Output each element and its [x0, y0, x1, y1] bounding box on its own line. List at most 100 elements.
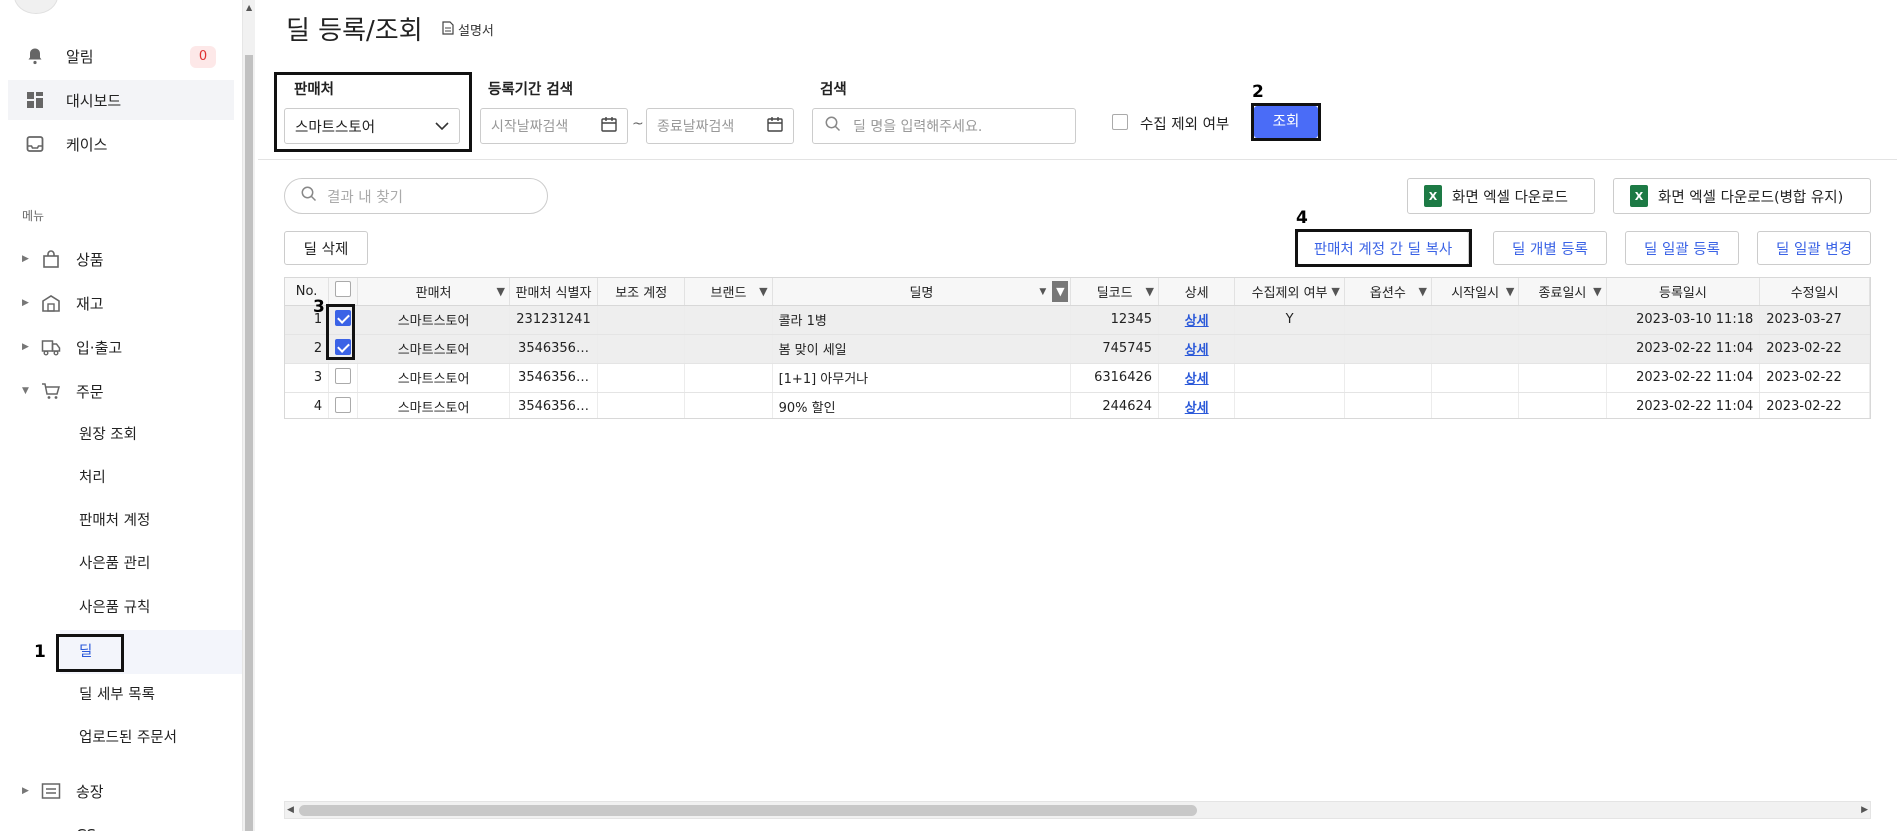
col-header-detail[interactable]: 상세 [1158, 278, 1236, 306]
excel-download-merge-button[interactable]: X 화면 엑셀 다운로드(병합 유지) [1613, 178, 1871, 214]
cell-excluded: Y [1234, 305, 1345, 335]
submenu-gift-rules[interactable]: 사은품 규칙 [79, 596, 150, 620]
end-date-input[interactable]: 종료날짜검색 [646, 108, 794, 144]
col-header-sub-account[interactable]: 보조 계정 [597, 278, 686, 306]
col-header-label: 옵션수 [1369, 285, 1406, 301]
filter-active-icon[interactable]: ▼ [1052, 281, 1069, 302]
sort-desc-icon[interactable]: ▼ [1039, 287, 1046, 297]
sidebar-scrollbar[interactable]: ▲ [242, 0, 255, 831]
scrollbar-thumb[interactable] [245, 55, 253, 831]
col-header-registered[interactable]: 등록일시 [1606, 278, 1761, 306]
detail-link[interactable]: 상세 [1185, 401, 1209, 416]
cell-options [1344, 305, 1432, 335]
deal-search-input[interactable]: 딜 명을 입력해주세요. [812, 108, 1076, 144]
sidebar-item-cases[interactable]: 케이스 [8, 124, 234, 164]
cart-icon [40, 380, 62, 402]
filter-icon[interactable]: ▼ [1593, 285, 1601, 298]
submenu-uploaded-orders[interactable]: 업로드된 주문서 [79, 726, 177, 750]
row-checkbox[interactable] [335, 367, 352, 384]
submenu-ledger[interactable]: 원장 조회 [79, 423, 137, 447]
calendar-icon[interactable] [767, 116, 783, 136]
bell-icon [24, 45, 46, 67]
filter-icon[interactable]: ▼ [497, 285, 505, 298]
table-row[interactable]: 1 스마트스토어 231231241 콜라 1병 12345 상세 Y 2023… [285, 305, 1870, 335]
col-header-seller-id[interactable]: 판매처 식별자 [509, 278, 598, 306]
scroll-right-icon[interactable]: ▶ [1861, 805, 1868, 815]
cell-checkbox[interactable] [328, 392, 359, 418]
cell-registered: 2023-02-22 11:04 [1606, 363, 1761, 393]
grid-horizontal-scrollbar[interactable]: ◀ ▶ [284, 801, 1871, 819]
scroll-left-icon[interactable]: ◀ [287, 805, 294, 815]
cell-brand [684, 392, 773, 418]
annotation-box-4 [1295, 229, 1472, 267]
col-header-modified[interactable]: 수정일시 [1759, 278, 1870, 306]
cell-end [1518, 334, 1607, 364]
scrollbar-thumb[interactable] [299, 805, 1197, 816]
excel-download-button[interactable]: X 화면 엑셀 다운로드 [1407, 178, 1595, 214]
cell-deal-name: 콜라 1병 [772, 305, 1072, 335]
submenu-process[interactable]: 처리 [79, 466, 106, 490]
select-all-checkbox[interactable] [335, 281, 352, 298]
calendar-icon[interactable] [601, 116, 617, 136]
find-in-results-input[interactable]: 결과 내 찾기 [284, 178, 548, 214]
sidebar-item-label: CS [76, 826, 96, 831]
sidebar-item-inventory[interactable]: ▶ 재고 [22, 289, 104, 317]
col-header-excluded[interactable]: 수집제외 여부 ▼ [1234, 278, 1345, 306]
col-header-seller[interactable]: 판매처 ▼ [357, 278, 511, 306]
manual-link[interactable]: 설명서 [442, 20, 494, 39]
col-header-label: 수집제외 여부 [1251, 285, 1328, 301]
table-row[interactable]: 2 스마트스토어 3546356… 봄 맞이 세일 745745 상세 2023… [285, 334, 1870, 364]
sidebar-item-alerts[interactable]: 알림 0 [8, 36, 234, 76]
detail-link[interactable]: 상세 [1185, 314, 1209, 329]
table-row[interactable]: 3 스마트스토어 3546356… [1+1] 아무거나 6316426 상세 [285, 363, 1870, 393]
row-checkbox[interactable] [335, 396, 352, 413]
scroll-up-icon[interactable]: ▲ [246, 3, 252, 12]
sidebar-item-dashboard[interactable]: 대시보드 [8, 80, 234, 120]
col-header-label: 종료일시 [1538, 285, 1587, 301]
inbox-icon [24, 133, 46, 155]
delete-deal-button[interactable]: 딜 삭제 [284, 231, 368, 265]
table-row[interactable]: 4 스마트스토어 3546356… 90% 할인 244624 상세 2023-… [285, 392, 1870, 418]
cell-seller: 스마트스토어 [357, 392, 511, 418]
cell-start [1431, 334, 1520, 364]
sidebar-item-invoice[interactable]: ▶ 송장 [22, 777, 104, 805]
col-header-deal-code[interactable]: 딜코드 ▼ [1070, 278, 1160, 306]
avatar[interactable] [14, 0, 58, 14]
cell-sub-account [597, 334, 686, 364]
exclude-checkbox[interactable] [1112, 114, 1128, 130]
sidebar-item-cs[interactable]: ▶ CS [22, 821, 96, 831]
find-placeholder: 결과 내 찾기 [327, 189, 403, 206]
filter-icon[interactable]: ▼ [1506, 285, 1514, 298]
col-header-end[interactable]: 종료일시 ▼ [1518, 278, 1607, 306]
detail-link[interactable]: 상세 [1185, 343, 1209, 358]
col-header-options[interactable]: 옵션수 ▼ [1344, 278, 1432, 306]
search-icon [825, 116, 841, 136]
submenu-seller-account[interactable]: 판매처 계정 [79, 509, 150, 533]
col-header-select-all[interactable] [328, 278, 359, 306]
register-bulk-deal-button[interactable]: 딜 일괄 등록 [1625, 231, 1739, 265]
submenu-gift-manage[interactable]: 사은품 관리 [79, 552, 150, 576]
sidebar-item-orders[interactable]: ▼ 주문 [22, 377, 104, 405]
register-single-deal-button[interactable]: 딜 개별 등록 [1493, 231, 1607, 265]
submenu-deal-detail-list[interactable]: 딜 세부 목록 [79, 683, 155, 707]
detail-link[interactable]: 상세 [1185, 372, 1209, 387]
list-icon [40, 780, 62, 802]
cell-checkbox[interactable] [328, 363, 359, 393]
sidebar-item-products[interactable]: ▶ 상품 [22, 245, 104, 273]
filter-icon[interactable]: ▼ [759, 285, 767, 298]
cell-seller-id: 3546356… [509, 392, 598, 418]
cell-deal-name: 90% 할인 [772, 392, 1072, 418]
col-header-brand[interactable]: 브랜드 ▼ [684, 278, 773, 306]
col-header-start[interactable]: 시작일시 ▼ [1431, 278, 1520, 306]
change-bulk-deal-button[interactable]: 딜 일괄 변경 [1757, 231, 1871, 265]
filter-icon[interactable]: ▼ [1418, 285, 1426, 298]
cell-registered: 2023-03-10 11:18 [1606, 305, 1761, 335]
annotation-number-3: 3 [313, 297, 325, 317]
col-header-label: 시작일시 [1451, 285, 1500, 301]
filter-icon[interactable]: ▼ [1331, 285, 1339, 298]
col-header-deal-name[interactable]: 딜명 ▼ ▼ [772, 278, 1072, 306]
sidebar-item-inout[interactable]: ▶ 입·출고 [22, 333, 122, 361]
start-date-input[interactable]: 시작날짜검색 [480, 108, 628, 144]
cell-no: 3 [285, 363, 330, 393]
filter-icon[interactable]: ▼ [1146, 285, 1154, 298]
